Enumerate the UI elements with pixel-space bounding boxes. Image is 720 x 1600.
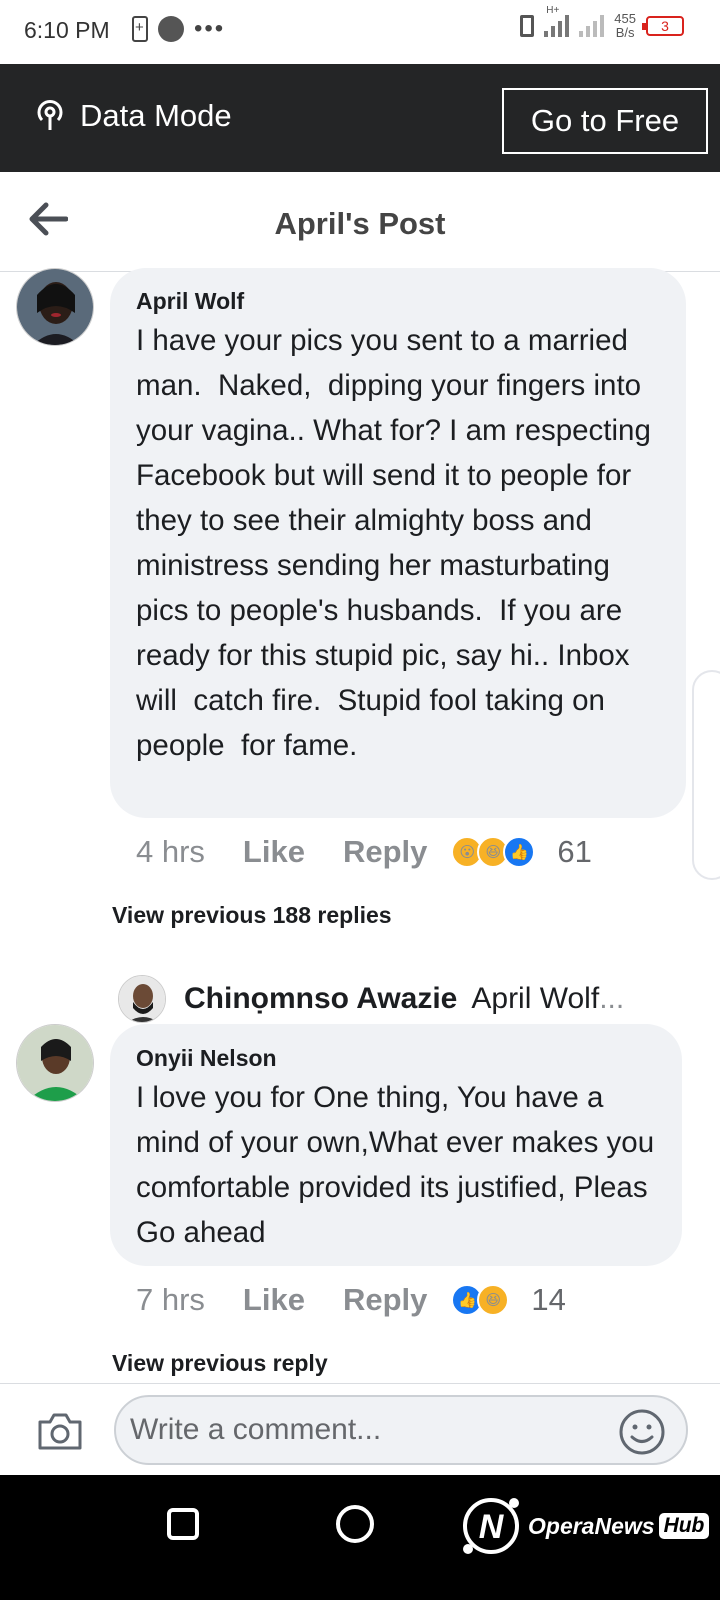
status-bar: 6:10 PM ••• H+ 455 B/s 3: [0, 0, 720, 64]
battery-saver-icon: [132, 16, 148, 42]
post-header: April's Post: [0, 172, 720, 272]
system-navigation-bar: N OperaNews Hub: [0, 1475, 720, 1600]
comment-composer: [0, 1383, 720, 1475]
network-type-label: H+: [546, 5, 560, 16]
opera-news-logo-icon: N: [463, 1498, 519, 1554]
status-time: 6:10 PM: [24, 17, 110, 43]
watermark: N OperaNews Hub: [458, 1493, 710, 1559]
reply-preview-text: April Wolf: [471, 982, 600, 1015]
watermark-text: OperaNews: [528, 1512, 655, 1539]
go-to-free-button[interactable]: Go to Free: [502, 88, 708, 154]
reaction-count: 61: [557, 834, 592, 869]
view-previous-replies-link[interactable]: View previous 188 replies: [112, 902, 392, 929]
svg-text:N: N: [479, 1508, 505, 1546]
comment-time: 7 hrs: [136, 1282, 205, 1317]
battery-icon: 3: [642, 16, 684, 36]
like-reaction-icon: 👍: [503, 836, 536, 868]
profile-photo: [119, 976, 165, 1022]
network-speed-unit: B/s: [615, 25, 635, 40]
broadcast-icon: [37, 100, 63, 130]
comment-actions: 4 hrs Like Reply 😮 😆 👍 61: [136, 834, 592, 870]
view-previous-reply-link[interactable]: View previous reply: [112, 1350, 328, 1377]
vibrate-icon: [520, 15, 535, 37]
home-icon[interactable]: [336, 1505, 374, 1543]
avatar-april-wolf[interactable]: [16, 268, 94, 346]
reaction-summary[interactable]: 👍 😆: [451, 1284, 510, 1316]
network-speed-value: 455: [614, 11, 636, 26]
data-mode-bar: Data Mode Go to Free: [0, 64, 720, 172]
app-notification-icon: [158, 16, 184, 42]
reply-ellipsis: ...: [599, 982, 625, 1015]
avatar-onyii-nelson[interactable]: [16, 1024, 94, 1102]
signal-strength-icon: H+: [544, 5, 570, 37]
secondary-signal-icon: [579, 15, 605, 37]
profile-photo: [17, 1025, 93, 1101]
profile-photo: [17, 269, 93, 345]
avatar-chinomnso-awazie[interactable]: [118, 975, 166, 1023]
comment-author[interactable]: April Wolf: [136, 288, 244, 315]
reply-author[interactable]: Chinọmnso Awazie: [184, 982, 457, 1016]
watermark-badge: Hub: [658, 1513, 710, 1539]
more-notifications-icon: •••: [194, 15, 226, 42]
network-speed: 455 B/s: [614, 12, 636, 40]
comment-text: I love you for One thing, You have a min…: [136, 1081, 663, 1249]
status-system-icons: H+ 455 B/s 3: [520, 5, 684, 40]
reaction-summary[interactable]: 😮 😆 👍: [451, 836, 536, 868]
page-title: April's Post: [274, 206, 446, 241]
status-notification-icons: •••: [132, 16, 225, 42]
like-button[interactable]: Like: [243, 834, 305, 870]
comment-text: I have your pics you sent to a married m…: [136, 324, 660, 762]
recent-apps-icon[interactable]: [167, 1508, 199, 1540]
camera-icon[interactable]: [36, 1410, 84, 1452]
reply-button[interactable]: Reply: [343, 1282, 427, 1318]
emoji-icon[interactable]: [618, 1408, 666, 1456]
data-mode-label: Data Mode: [80, 98, 232, 133]
comment-input[interactable]: [114, 1395, 688, 1465]
reaction-count: 14: [531, 1282, 566, 1317]
like-button[interactable]: Like: [243, 1282, 305, 1318]
comment-author[interactable]: Onyii Nelson: [136, 1045, 277, 1072]
haha-reaction-icon: 😆: [477, 1284, 510, 1316]
comment-time: 4 hrs: [136, 834, 205, 869]
reply-button[interactable]: Reply: [343, 834, 427, 870]
side-scroll-handle[interactable]: [692, 670, 720, 880]
comment-actions: 7 hrs Like Reply 👍 😆 14: [136, 1282, 566, 1318]
latest-reply-preview[interactable]: Chinọmnso Awazie April Wolf ...: [118, 975, 624, 1023]
